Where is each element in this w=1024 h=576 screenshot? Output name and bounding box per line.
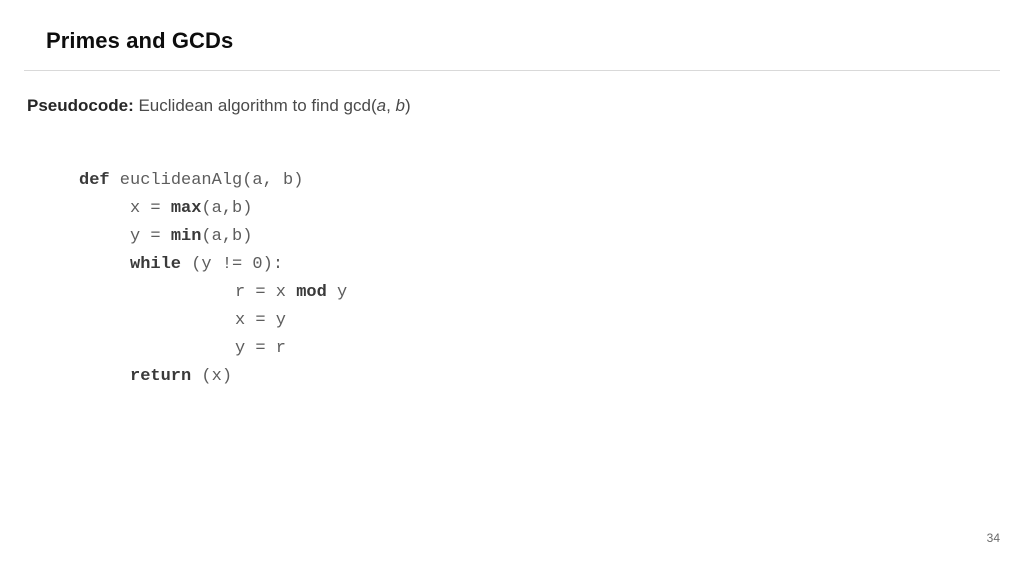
code-keyword: while	[130, 255, 182, 274]
code-line: def euclideanAlg(a, b)	[79, 167, 347, 195]
code-text: y =	[130, 227, 171, 246]
code-line: y = min(a,b)	[79, 223, 347, 251]
code-keyword: mod	[296, 283, 327, 302]
page-title: Primes and GCDs	[46, 28, 234, 53]
code-line: r = x mod y	[79, 279, 347, 307]
code-line: y = r	[79, 335, 347, 363]
code-text: y	[326, 283, 348, 302]
code-keyword: min	[170, 227, 202, 246]
code-text: y = r	[235, 339, 287, 358]
code-keyword: return	[130, 367, 192, 386]
code-text: x =	[130, 199, 171, 218]
code-text: (a,b)	[201, 199, 253, 218]
code-text: (x)	[191, 367, 233, 386]
caption-text-before-args: Euclidean algorithm to find gcd(	[133, 96, 377, 115]
code-text: (y != 0):	[181, 255, 284, 274]
caption-lead-label: Pseudocode:	[27, 96, 134, 115]
code-text: r = x	[235, 283, 297, 302]
code-line: while (y != 0):	[79, 251, 347, 279]
code-text: euclideanAlg(a, b)	[109, 171, 304, 190]
title-divider	[24, 70, 1000, 71]
caption-text-after-args: )	[405, 96, 411, 115]
pseudocode-block: def euclideanAlg(a, b) x = max(a,b) y = mi…	[79, 167, 347, 391]
page-number: 34	[986, 531, 1000, 545]
code-line: return (x)	[79, 363, 347, 391]
caption-arg-a: a	[376, 96, 387, 115]
code-keyword: max	[170, 199, 202, 218]
code-text: (a,b)	[201, 227, 253, 246]
caption-arg-b: b	[395, 96, 405, 115]
slide-canvas: Primes and GCDs Pseudocode: Euclidean al…	[0, 0, 1024, 576]
code-line: x = y	[79, 307, 347, 335]
caption-arg-separator: ,	[386, 96, 396, 115]
code-line: x = max(a,b)	[79, 195, 347, 223]
code-keyword: def	[79, 171, 110, 190]
pseudocode-caption: Pseudocode: Euclidean algorithm to find …	[27, 95, 411, 117]
code-text: x = y	[235, 311, 287, 330]
